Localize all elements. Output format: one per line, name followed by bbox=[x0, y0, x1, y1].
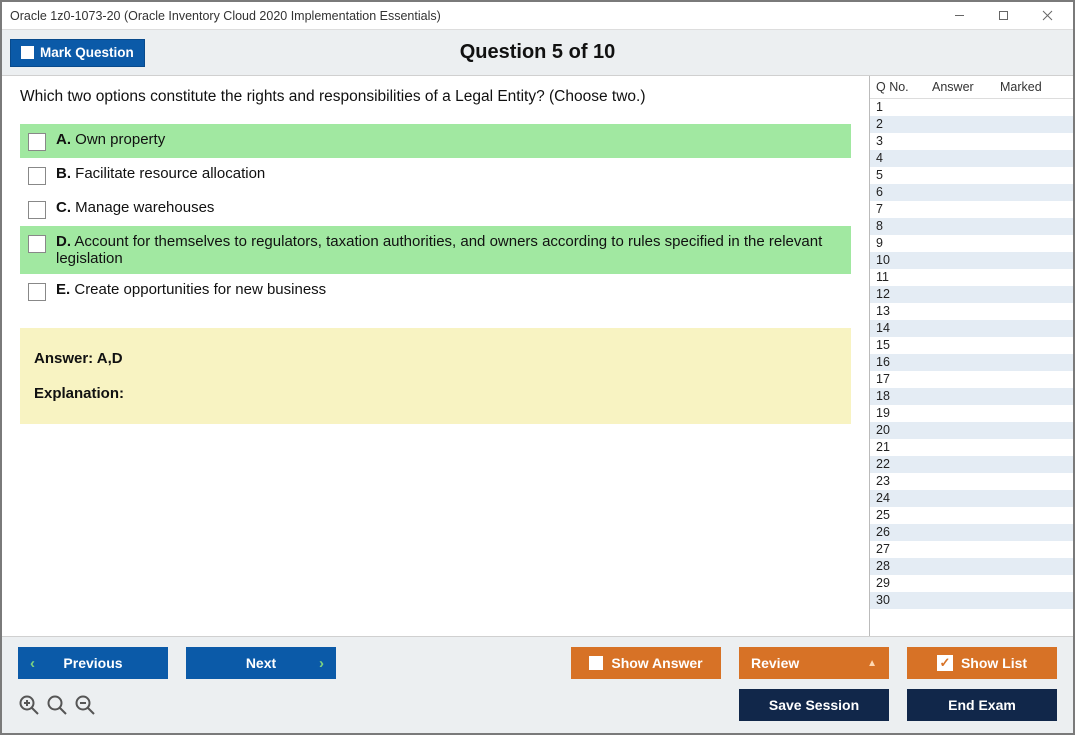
list-row[interactable]: 21 bbox=[870, 439, 1073, 456]
list-row[interactable]: 19 bbox=[870, 405, 1073, 422]
option-text: E. Create opportunities for new business bbox=[56, 281, 843, 298]
review-label: Review bbox=[751, 655, 799, 671]
list-row[interactable]: 16 bbox=[870, 354, 1073, 371]
list-row[interactable]: 28 bbox=[870, 558, 1073, 575]
list-row[interactable]: 11 bbox=[870, 269, 1073, 286]
previous-button[interactable]: ‹ Previous bbox=[18, 647, 168, 679]
col-marked: Marked bbox=[1000, 80, 1067, 94]
option-row[interactable]: C. Manage warehouses bbox=[20, 192, 851, 226]
mark-label: Mark Question bbox=[40, 45, 134, 60]
list-row[interactable]: 27 bbox=[870, 541, 1073, 558]
answer-box: Answer: A,D Explanation: bbox=[20, 328, 851, 424]
previous-label: Previous bbox=[63, 655, 122, 671]
dropdown-arrow-icon: ▲ bbox=[867, 658, 877, 669]
show-answer-button[interactable]: Show Answer bbox=[571, 647, 721, 679]
option-row[interactable]: E. Create opportunities for new business bbox=[20, 274, 851, 308]
review-button[interactable]: Review ▲ bbox=[739, 647, 889, 679]
zoom-controls bbox=[18, 694, 96, 716]
footer: ‹ Previous Next › Show Answer Review ▲ ✓… bbox=[2, 636, 1073, 733]
show-list-button[interactable]: ✓ Show List bbox=[907, 647, 1057, 679]
list-row[interactable]: 3 bbox=[870, 133, 1073, 150]
mark-checkbox-icon bbox=[21, 46, 34, 59]
mark-question-button[interactable]: Mark Question bbox=[10, 39, 145, 67]
list-row[interactable]: 13 bbox=[870, 303, 1073, 320]
next-label: Next bbox=[246, 655, 276, 671]
list-row[interactable]: 22 bbox=[870, 456, 1073, 473]
question-list-panel: Q No. Answer Marked 12345678910111213141… bbox=[869, 76, 1073, 636]
list-row[interactable]: 18 bbox=[870, 388, 1073, 405]
option-checkbox[interactable] bbox=[28, 201, 46, 219]
option-checkbox[interactable] bbox=[28, 133, 46, 151]
option-row[interactable]: B. Facilitate resource allocation bbox=[20, 158, 851, 192]
col-qno: Q No. bbox=[876, 80, 932, 94]
list-row[interactable]: 5 bbox=[870, 167, 1073, 184]
list-body[interactable]: 1234567891011121314151617181920212223242… bbox=[870, 99, 1073, 636]
options-list: A. Own property B. Facilitate resource al… bbox=[20, 124, 851, 308]
show-list-label: Show List bbox=[961, 655, 1027, 671]
app-window: Oracle 1z0-1073-20 (Oracle Inventory Clo… bbox=[0, 0, 1075, 735]
option-text: C. Manage warehouses bbox=[56, 199, 843, 216]
option-checkbox[interactable] bbox=[28, 167, 46, 185]
option-row[interactable]: A. Own property bbox=[20, 124, 851, 158]
zoom-in-icon[interactable] bbox=[18, 694, 40, 716]
show-answer-label: Show Answer bbox=[611, 655, 702, 671]
list-row[interactable]: 24 bbox=[870, 490, 1073, 507]
list-row[interactable]: 30 bbox=[870, 592, 1073, 609]
explanation-label: Explanation: bbox=[34, 385, 837, 402]
list-row[interactable]: 15 bbox=[870, 337, 1073, 354]
list-row[interactable]: 25 bbox=[870, 507, 1073, 524]
next-button[interactable]: Next › bbox=[186, 647, 336, 679]
option-checkbox[interactable] bbox=[28, 235, 46, 253]
list-row[interactable]: 7 bbox=[870, 201, 1073, 218]
end-exam-button[interactable]: End Exam bbox=[907, 689, 1057, 721]
question-header: Mark Question Question 5 of 10 bbox=[2, 30, 1073, 76]
list-row[interactable]: 6 bbox=[870, 184, 1073, 201]
question-counter: Question 5 of 10 bbox=[2, 41, 1073, 64]
checked-icon: ✓ bbox=[937, 655, 953, 671]
list-header: Q No. Answer Marked bbox=[870, 76, 1073, 99]
option-checkbox[interactable] bbox=[28, 283, 46, 301]
footer-row-2: Save Session End Exam bbox=[18, 689, 1057, 721]
zoom-reset-icon[interactable] bbox=[46, 694, 68, 716]
window-controls bbox=[937, 3, 1069, 29]
option-text: A. Own property bbox=[56, 131, 843, 148]
answer-line: Answer: A,D bbox=[34, 350, 837, 367]
option-row[interactable]: D. Account for themselves to regulators,… bbox=[20, 226, 851, 274]
save-session-label: Save Session bbox=[769, 697, 859, 713]
window-title: Oracle 1z0-1073-20 (Oracle Inventory Clo… bbox=[10, 9, 441, 23]
list-row[interactable]: 10 bbox=[870, 252, 1073, 269]
question-panel: Which two options constitute the rights … bbox=[2, 76, 869, 636]
body: Which two options constitute the rights … bbox=[2, 76, 1073, 636]
list-row[interactable]: 20 bbox=[870, 422, 1073, 439]
list-row[interactable]: 9 bbox=[870, 235, 1073, 252]
maximize-button[interactable] bbox=[981, 3, 1025, 29]
option-text: B. Facilitate resource allocation bbox=[56, 165, 843, 182]
title-bar: Oracle 1z0-1073-20 (Oracle Inventory Clo… bbox=[2, 2, 1073, 30]
checkbox-icon bbox=[589, 656, 603, 670]
footer-row-1: ‹ Previous Next › Show Answer Review ▲ ✓… bbox=[18, 647, 1057, 679]
close-button[interactable] bbox=[1025, 3, 1069, 29]
list-row[interactable]: 4 bbox=[870, 150, 1073, 167]
col-answer: Answer bbox=[932, 80, 1000, 94]
end-exam-label: End Exam bbox=[948, 697, 1016, 713]
list-row[interactable]: 17 bbox=[870, 371, 1073, 388]
option-text: D. Account for themselves to regulators,… bbox=[56, 233, 843, 267]
list-row[interactable]: 29 bbox=[870, 575, 1073, 592]
list-row[interactable]: 14 bbox=[870, 320, 1073, 337]
list-row[interactable]: 8 bbox=[870, 218, 1073, 235]
save-session-button[interactable]: Save Session bbox=[739, 689, 889, 721]
minimize-button[interactable] bbox=[937, 3, 981, 29]
list-row[interactable]: 12 bbox=[870, 286, 1073, 303]
chevron-left-icon: ‹ bbox=[30, 655, 35, 672]
list-row[interactable]: 1 bbox=[870, 99, 1073, 116]
zoom-out-icon[interactable] bbox=[74, 694, 96, 716]
chevron-right-icon: › bbox=[319, 655, 324, 672]
list-row[interactable]: 23 bbox=[870, 473, 1073, 490]
list-row[interactable]: 2 bbox=[870, 116, 1073, 133]
list-row[interactable]: 26 bbox=[870, 524, 1073, 541]
question-text: Which two options constitute the rights … bbox=[20, 88, 851, 106]
